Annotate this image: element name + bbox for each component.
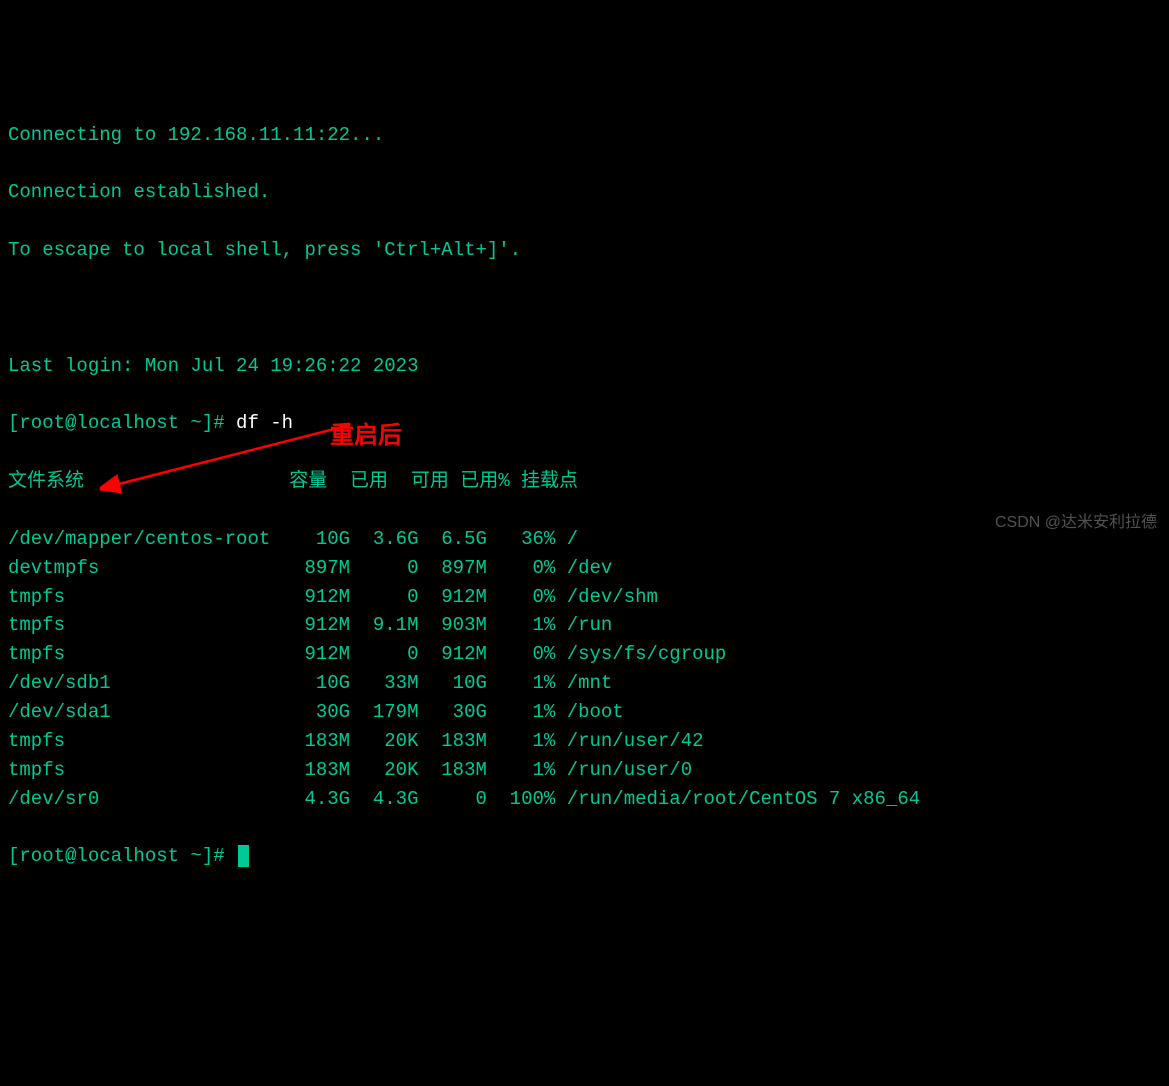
conn-line-2: Connection established. bbox=[8, 178, 1161, 207]
command-text: df -h bbox=[236, 412, 293, 434]
prompt-text: [root@localhost ~]# bbox=[8, 412, 236, 434]
blank-line bbox=[8, 294, 1161, 323]
df-row: /dev/sr0 4.3G 4.3G 0 100% /run/media/roo… bbox=[8, 785, 1161, 814]
df-row: tmpfs 912M 0 912M 0% /dev/shm bbox=[8, 583, 1161, 612]
prompt-line-2[interactable]: [root@localhost ~]# bbox=[8, 842, 1161, 871]
df-row: /dev/sda1 30G 179M 30G 1% /boot bbox=[8, 698, 1161, 727]
df-row: tmpfs 912M 0 912M 0% /sys/fs/cgroup bbox=[8, 640, 1161, 669]
conn-line-1: Connecting to 192.168.11.11:22... bbox=[8, 121, 1161, 150]
df-row: /dev/sdb1 10G 33M 10G 1% /mnt bbox=[8, 669, 1161, 698]
prompt-text-2: [root@localhost ~]# bbox=[8, 845, 236, 867]
watermark: CSDN @达米安利拉德 bbox=[995, 511, 1157, 535]
df-row: tmpfs 912M 9.1M 903M 1% /run bbox=[8, 611, 1161, 640]
df-row: tmpfs 183M 20K 183M 1% /run/user/0 bbox=[8, 756, 1161, 785]
prompt-line-1[interactable]: [root@localhost ~]# df -h bbox=[8, 409, 1161, 438]
df-row: devtmpfs 897M 0 897M 0% /dev bbox=[8, 554, 1161, 583]
annotation-label: 重启后 bbox=[330, 418, 402, 454]
df-header: 文件系统 容量 已用 可用 已用% 挂载点 bbox=[8, 467, 1161, 496]
last-login: Last login: Mon Jul 24 19:26:22 2023 bbox=[8, 352, 1161, 381]
df-row: tmpfs 183M 20K 183M 1% /run/user/42 bbox=[8, 727, 1161, 756]
df-row: /dev/mapper/centos-root 10G 3.6G 6.5G 36… bbox=[8, 525, 1161, 554]
cursor bbox=[238, 845, 249, 867]
conn-line-3: To escape to local shell, press 'Ctrl+Al… bbox=[8, 236, 1161, 265]
